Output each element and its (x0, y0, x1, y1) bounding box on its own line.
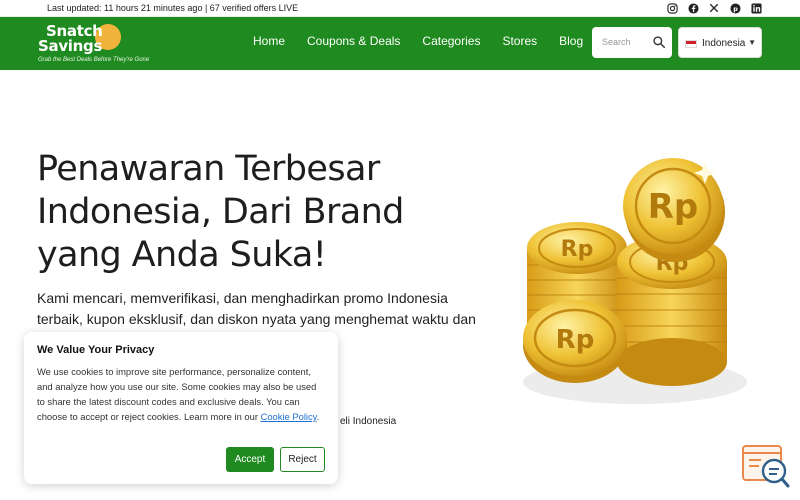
nav-coupons-deals[interactable]: Coupons & Deals (307, 34, 400, 48)
rupiah-coins-illustration: Rp Rp Rp Rp (505, 150, 765, 415)
last-updated-text: Last updated: 11 hours 21 minutes ago | … (47, 3, 299, 13)
language-label: Indonesia (702, 38, 746, 49)
hero-partial-text: eli Indonesia (340, 416, 397, 427)
cookie-title: We Value Your Privacy (37, 344, 155, 356)
svg-text:Rp: Rp (561, 237, 594, 262)
social-links: p (666, 2, 762, 14)
svg-text:Rp: Rp (648, 187, 699, 227)
nav-stores[interactable]: Stores (502, 34, 537, 48)
facebook-icon[interactable] (687, 2, 699, 14)
pinterest-icon[interactable]: p (729, 2, 741, 14)
cookie-body-end: . (316, 411, 320, 422)
cookie-body: We use cookies to improve site performan… (37, 364, 325, 424)
linkedin-icon[interactable] (750, 2, 762, 14)
main-navbar: Snatch Savings Grab the Best Deals Befor… (0, 17, 800, 70)
cookie-consent-dialog: We Value Your Privacy We use cookies to … (24, 332, 338, 484)
language-selector[interactable]: Indonesia ▼ (678, 27, 762, 58)
nav-categories[interactable]: Categories (422, 34, 480, 48)
nav-blog[interactable]: Blog (559, 34, 583, 48)
reject-button[interactable]: Reject (280, 447, 325, 472)
hero-title: Penawaran Terbesar Indonesia, Dari Brand… (37, 149, 404, 275)
cookie-policy-link[interactable]: Cookie Policy (261, 411, 317, 422)
search-icon[interactable] (652, 35, 666, 49)
primary-menu: Home Coupons & Deals Categories Stores B… (253, 34, 605, 48)
logo-line-2: Savings (38, 37, 103, 55)
help-search-widget-icon[interactable] (741, 444, 791, 490)
cookie-buttons: Accept Reject (226, 447, 325, 472)
site-logo[interactable]: Snatch Savings Grab the Best Deals Befor… (38, 22, 178, 66)
accept-button[interactable]: Accept (226, 447, 274, 472)
chevron-down-icon: ▼ (748, 38, 756, 47)
logo-tagline: Grab the Best Deals Before They're Gone (38, 57, 150, 63)
search-input[interactable]: Search (592, 27, 672, 58)
x-icon[interactable] (708, 2, 720, 14)
svg-text:p: p (733, 4, 738, 12)
instagram-icon[interactable] (666, 2, 678, 14)
svg-text:Rp: Rp (556, 325, 595, 355)
top-info-bar: Last updated: 11 hours 21 minutes ago | … (0, 0, 800, 17)
indonesia-flag-icon (685, 40, 697, 48)
nav-home[interactable]: Home (253, 34, 285, 48)
search-placeholder: Search (602, 37, 631, 47)
